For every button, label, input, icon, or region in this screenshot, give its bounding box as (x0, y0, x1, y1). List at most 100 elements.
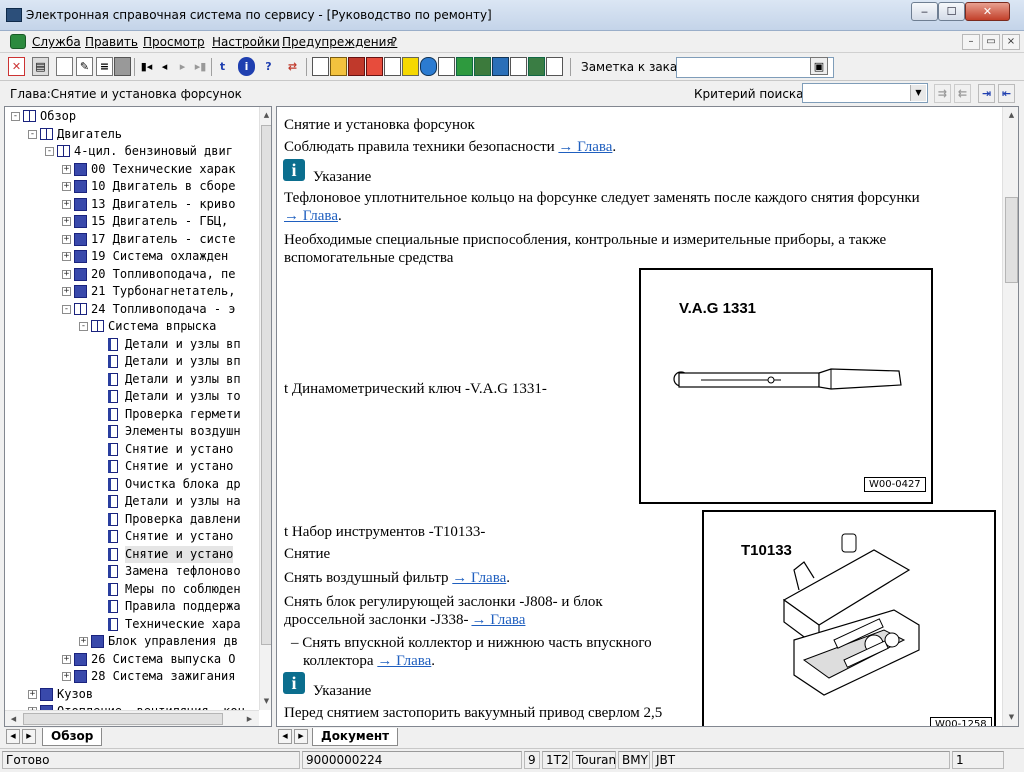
tab-next-icon[interactable]: ▶ (22, 729, 36, 744)
page-icon (108, 495, 118, 508)
edit-document-icon[interactable]: ✎ (76, 57, 93, 76)
document-list-icon[interactable]: ≡ (96, 57, 113, 76)
chapter-link[interactable]: → Глава (377, 653, 431, 669)
previous-result-icon[interactable]: ⇤ (998, 84, 1015, 103)
mdi-minimize-button[interactable]: – (962, 34, 980, 50)
help-icon[interactable]: ? (260, 57, 277, 76)
search-backward-icon[interactable]: ⇇ (954, 84, 971, 103)
expand-icon[interactable]: + (28, 689, 37, 699)
search-forward-icon[interactable]: ⇉ (934, 84, 951, 103)
maximize-button[interactable]: ☐ (938, 2, 965, 21)
swap-icon[interactable]: ⇄ (284, 57, 301, 76)
globe-icon[interactable] (420, 57, 437, 76)
tree-item-label: Система впрыска (108, 319, 217, 333)
tree-scroll-thumb[interactable] (261, 125, 271, 645)
warning-icon[interactable] (402, 57, 419, 76)
step-throttle-text-1: Снять блок регулирующей заслонки -J808- … (284, 594, 603, 610)
book-icon[interactable] (366, 57, 383, 76)
new-document-icon[interactable] (56, 57, 73, 76)
collapse-icon[interactable]: - (28, 129, 37, 139)
car-icon[interactable] (474, 57, 491, 76)
search-criteria-select[interactable]: ▼ (802, 83, 928, 103)
chevron-down-icon[interactable]: ▼ (910, 85, 926, 101)
diagnostics-icon[interactable] (348, 57, 365, 76)
collapse-icon[interactable]: - (62, 304, 71, 314)
tree-item-label: Кузов (57, 686, 94, 701)
next-result-icon[interactable]: ⇥ (978, 84, 995, 103)
vacuum-text-2: мм (284, 723, 303, 726)
collapse-icon[interactable]: - (79, 322, 88, 331)
question-document-icon[interactable] (546, 57, 563, 76)
mdi-close-button[interactable]: × (1002, 34, 1020, 50)
menu-service[interactable]: Служба (32, 35, 81, 49)
document-vertical-scrollbar[interactable]: ▲ ▼ (1002, 107, 1018, 726)
chapter-link[interactable]: → Глава (558, 139, 612, 155)
scroll-left-icon[interactable]: ◀ (7, 713, 20, 726)
expand-icon[interactable]: + (62, 287, 71, 296)
service-logo-icon[interactable] (10, 34, 26, 49)
document-scroll-thumb[interactable] (1005, 197, 1018, 283)
info-icon[interactable]: i (238, 57, 255, 76)
scroll-down-icon[interactable]: ▼ (1005, 711, 1018, 724)
search-criteria-label: Критерий поиска: (694, 87, 808, 101)
tree-vertical-scrollbar[interactable]: ▲ ▼ (259, 107, 271, 710)
chapter-link[interactable]: → Глава (471, 612, 525, 628)
tree-item-label: Элементы воздушн (125, 424, 241, 438)
edit-note-icon[interactable] (528, 57, 545, 76)
card-icon[interactable] (438, 57, 455, 76)
tab-document[interactable]: Документ (312, 728, 399, 746)
expand-icon[interactable]: + (62, 269, 71, 279)
chapter-link[interactable]: → Глава (452, 570, 506, 586)
scroll-up-icon[interactable]: ▲ (1005, 109, 1018, 122)
previous-page-icon[interactable]: ◂ (156, 57, 173, 76)
menu-warnings[interactable]: Предупреждения (282, 35, 394, 49)
info-icon: i (283, 672, 305, 694)
first-page-icon[interactable]: ▮◂ (138, 57, 155, 76)
note-edit-icon[interactable]: ▣ (810, 57, 828, 75)
expand-icon[interactable]: + (62, 234, 71, 244)
tools-icon[interactable] (492, 57, 509, 76)
tree-item-label: 21 Турбонагнетатель, (91, 284, 236, 298)
list-icon[interactable] (384, 57, 401, 76)
menu-edit[interactable]: Править (85, 35, 138, 49)
toolbar-separator (211, 58, 212, 76)
expand-icon[interactable]: + (62, 199, 71, 209)
tab-prev-icon[interactable]: ◀ (278, 729, 292, 744)
page-icon (108, 565, 118, 578)
open-book-icon (40, 127, 53, 140)
tree-horizontal-scrollbar[interactable]: ◀ ▶ (5, 710, 259, 726)
tab-prev-icon[interactable]: ◀ (6, 729, 20, 744)
document-icon[interactable] (312, 57, 329, 76)
close-button[interactable]: ✕ (965, 2, 1010, 21)
menu-settings[interactable]: Настройки (212, 35, 280, 49)
menu-help[interactable]: ? (391, 35, 397, 49)
expand-icon[interactable]: + (62, 217, 71, 226)
tab-overview[interactable]: Обзор (42, 728, 103, 746)
pencil-icon[interactable] (456, 57, 473, 76)
mdi-restore-button[interactable]: ▭ (982, 34, 1000, 50)
expand-icon[interactable]: + (62, 654, 71, 664)
scroll-down-icon[interactable]: ▼ (260, 695, 271, 708)
scroll-up-icon[interactable]: ▲ (260, 109, 271, 122)
print-icon[interactable]: ▤ (32, 57, 49, 76)
vehicle-icon[interactable] (114, 57, 131, 76)
expand-icon[interactable]: + (62, 672, 71, 681)
exit-icon[interactable]: ✕ (8, 57, 25, 76)
next-page-icon[interactable]: ▸ (174, 57, 191, 76)
expand-icon[interactable]: + (62, 252, 71, 261)
collapse-icon[interactable]: - (45, 147, 54, 156)
last-page-icon[interactable]: ▸▮ (192, 57, 209, 76)
expand-icon[interactable]: + (79, 637, 88, 646)
chapter-link[interactable]: → Глава (284, 208, 338, 224)
tab-next-icon[interactable]: ▶ (294, 729, 308, 744)
archive-icon[interactable] (330, 57, 347, 76)
expand-icon[interactable]: + (62, 164, 71, 174)
menu-view[interactable]: Просмотр (143, 35, 205, 49)
collapse-icon[interactable]: - (11, 112, 20, 121)
checklist-icon[interactable] (510, 57, 527, 76)
expand-icon[interactable]: + (62, 182, 71, 191)
chapter-up-icon[interactable]: t (214, 57, 231, 76)
scroll-right-icon[interactable]: ▶ (243, 713, 256, 726)
minimize-button[interactable]: ‒ (911, 2, 938, 21)
tree-hscroll-thumb[interactable] (23, 713, 223, 725)
